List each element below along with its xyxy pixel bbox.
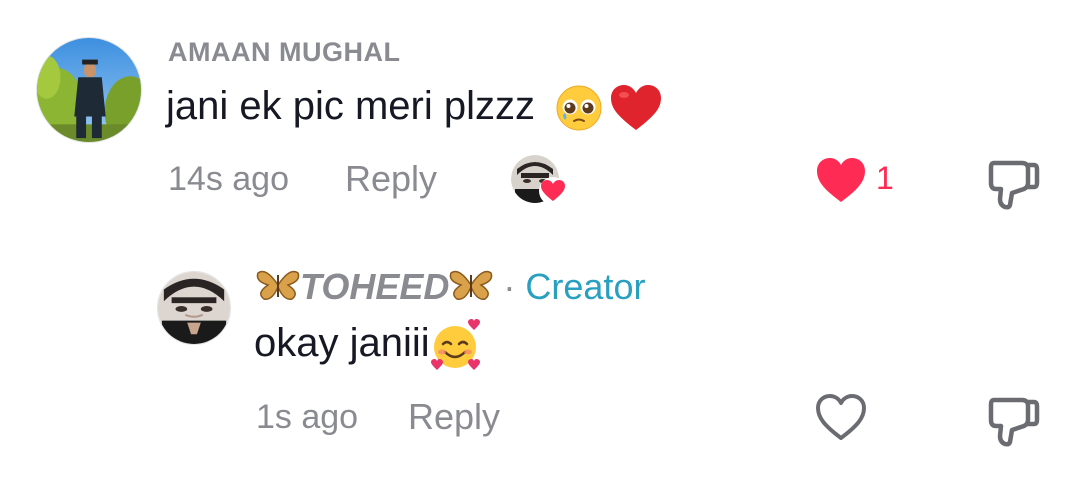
butterfly-right-icon (449, 267, 493, 312)
creator-badge: Creator (525, 266, 646, 307)
creator-liked-heart-icon (538, 176, 568, 206)
like-heart-icon[interactable] (815, 157, 867, 205)
creator-username[interactable]: TOHEED (300, 266, 449, 307)
creator-avatar-photo (158, 272, 230, 344)
avatar[interactable] (36, 37, 142, 143)
comment-username-row: TOHEED · Creator (256, 266, 645, 312)
comment-timestamp: 1s ago (256, 398, 359, 436)
like-heart-outline-icon[interactable] (815, 393, 867, 443)
dislike-thumb-icon[interactable] (988, 155, 1040, 211)
reply-button[interactable]: Reply (408, 396, 500, 438)
comment-item: AMAAN MUGHAL jani ek pic meri plzzz 14s … (0, 0, 1080, 230)
comment-username[interactable]: AMAAN MUGHAL (168, 37, 400, 68)
comment-text-row: jani ek pic meri plzzz (166, 80, 663, 133)
avatar[interactable] (157, 271, 231, 345)
pleading-face-emoji (554, 83, 604, 133)
smiling-face-with-hearts-emoji (430, 318, 484, 372)
comment-timestamp: 14s ago (168, 160, 289, 198)
reply-button[interactable]: Reply (345, 158, 437, 200)
like-count: 1 (876, 160, 894, 196)
comment-text-row: okay janiii (254, 316, 484, 372)
comment-text: jani ek pic meri plzzz (166, 84, 536, 128)
butterfly-left-icon (256, 267, 300, 312)
reply-comment-item: TOHEED · Creator okay janiii 1s ago Repl… (0, 230, 1080, 490)
comment-text: okay janiii (254, 321, 430, 365)
user-avatar-photo (37, 38, 141, 142)
red-heart-emoji (609, 83, 663, 133)
separator-dot: · (503, 266, 516, 307)
dislike-thumb-icon[interactable] (988, 392, 1040, 448)
